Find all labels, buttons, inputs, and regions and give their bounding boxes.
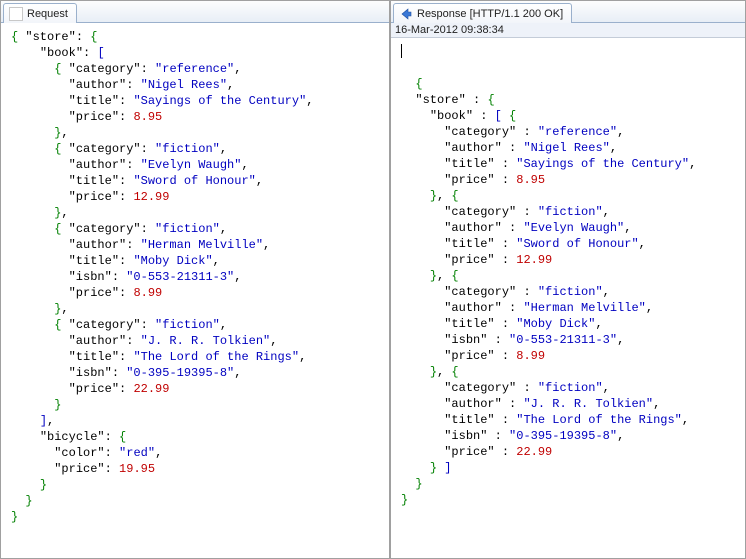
request-tab-label: Request <box>27 8 68 20</box>
response-tab-row: Response [HTTP/1.1 200 OK] <box>391 1 745 23</box>
response-pane: Response [HTTP/1.1 200 OK] 16-Mar-2012 0… <box>390 0 746 559</box>
response-tab-label: Response [HTTP/1.1 200 OK] <box>417 8 563 20</box>
blank-icon <box>9 7 23 21</box>
response-editor[interactable]: { "store" : { "book" : [ { "category" : … <box>391 38 745 558</box>
request-editor[interactable]: { "store": { "book": [ { "category": "re… <box>1 23 389 558</box>
response-tab[interactable]: Response [HTTP/1.1 200 OK] <box>393 3 572 23</box>
text-cursor <box>401 44 402 58</box>
request-pane: Request { "store": { "book": [ { "catego… <box>0 0 390 559</box>
request-tab-row: Request <box>1 1 389 23</box>
response-timestamp: 16-Mar-2012 09:38:34 <box>391 23 745 38</box>
request-tab[interactable]: Request <box>3 3 77 23</box>
arrow-left-icon <box>399 7 413 21</box>
